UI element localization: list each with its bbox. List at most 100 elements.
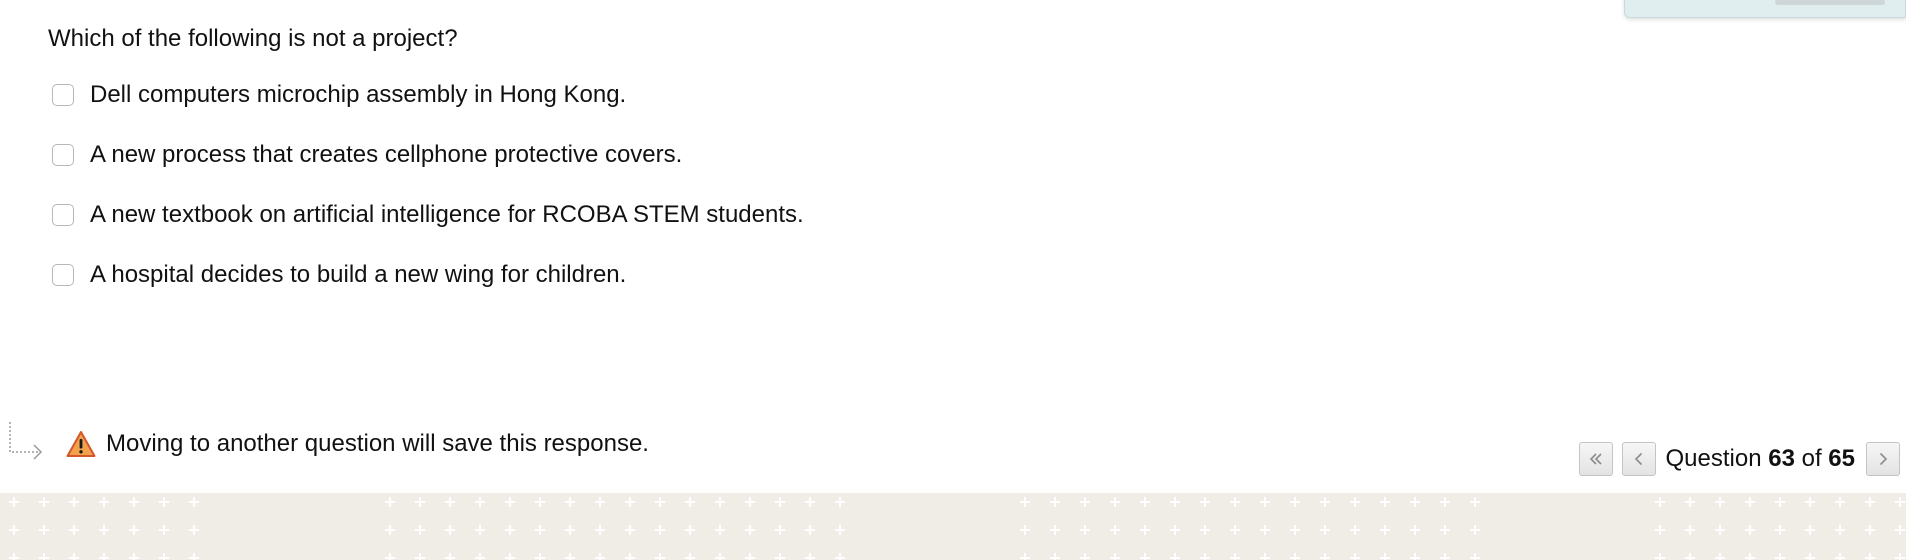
cross-mark bbox=[775, 497, 785, 507]
chevron-right-icon bbox=[1879, 452, 1888, 466]
cross-mark bbox=[565, 497, 575, 507]
cross-mark bbox=[1685, 525, 1695, 535]
cross-mark bbox=[1140, 525, 1150, 535]
cross-mark bbox=[1380, 553, 1390, 560]
cross-mark bbox=[1050, 497, 1060, 507]
cross-mark bbox=[1470, 497, 1480, 507]
cross-mark bbox=[1745, 497, 1755, 507]
cross-mark bbox=[1080, 497, 1090, 507]
answer-checkbox[interactable] bbox=[52, 204, 74, 226]
cross-mark bbox=[1320, 525, 1330, 535]
cross-mark bbox=[595, 553, 605, 560]
answer-option[interactable]: Dell computers microchip assembly in Hon… bbox=[52, 80, 804, 110]
dotted-arrow-icon bbox=[9, 422, 43, 460]
cross-mark bbox=[835, 525, 845, 535]
warning-text: Moving to another question will save thi… bbox=[106, 430, 649, 457]
cross-mark bbox=[505, 497, 515, 507]
cross-mark bbox=[655, 525, 665, 535]
cross-mark bbox=[1170, 553, 1180, 560]
chevron-left-icon bbox=[1634, 452, 1642, 466]
cross-mark bbox=[1775, 497, 1785, 507]
cross-mark bbox=[1200, 497, 1210, 507]
warning-triangle-icon bbox=[66, 431, 96, 457]
cross-mark bbox=[1320, 497, 1330, 507]
cross-mark bbox=[775, 553, 785, 560]
cross-mark bbox=[1835, 525, 1845, 535]
cross-mark bbox=[625, 553, 635, 560]
cross-mark bbox=[1230, 525, 1240, 535]
cross-mark bbox=[475, 553, 485, 560]
cross-mark bbox=[1470, 553, 1480, 560]
cross-mark bbox=[565, 553, 575, 560]
cross-mark bbox=[1140, 553, 1150, 560]
cross-mark bbox=[1320, 553, 1330, 560]
answer-label: A new textbook on artificial intelligenc… bbox=[90, 201, 804, 228]
cross-mark bbox=[505, 525, 515, 535]
cross-mark bbox=[99, 553, 109, 560]
cross-mark bbox=[715, 553, 725, 560]
question-counter: Question 63 of 65 bbox=[1666, 444, 1856, 474]
cross-mark bbox=[835, 497, 845, 507]
cross-mark bbox=[1655, 553, 1665, 560]
cross-mark bbox=[595, 525, 605, 535]
cross-mark bbox=[445, 497, 455, 507]
cross-mark bbox=[1020, 525, 1030, 535]
cross-mark bbox=[1865, 553, 1875, 560]
cross-mark bbox=[385, 497, 395, 507]
cross-mark bbox=[1260, 553, 1270, 560]
cross-mark bbox=[1895, 525, 1905, 535]
cross-mark bbox=[685, 553, 695, 560]
cross-mark bbox=[1410, 553, 1420, 560]
cross-mark bbox=[159, 553, 169, 560]
cross-pattern-icon bbox=[9, 497, 1905, 560]
cross-mark bbox=[745, 553, 755, 560]
cross-mark bbox=[415, 553, 425, 560]
question-pager: Question 63 of 65 bbox=[1578, 442, 1900, 476]
cross-mark bbox=[715, 497, 725, 507]
answer-checkbox[interactable] bbox=[52, 84, 74, 106]
cross-mark bbox=[39, 497, 49, 507]
cross-mark bbox=[475, 497, 485, 507]
cross-mark bbox=[9, 497, 19, 507]
first-question-button[interactable] bbox=[1578, 442, 1613, 476]
cross-mark bbox=[99, 525, 109, 535]
cross-mark bbox=[415, 525, 425, 535]
question-counter-prefix: Question bbox=[1665, 445, 1762, 472]
cross-mark bbox=[625, 497, 635, 507]
cross-mark bbox=[685, 525, 695, 535]
answer-option[interactable]: A new process that creates cellphone pro… bbox=[52, 140, 804, 170]
cross-mark bbox=[189, 525, 199, 535]
answer-option[interactable]: A new textbook on artificial intelligenc… bbox=[52, 200, 804, 230]
cross-mark bbox=[595, 497, 605, 507]
cross-mark bbox=[1050, 525, 1060, 535]
answer-option[interactable]: A hospital decides to build a new wing f… bbox=[52, 260, 804, 290]
cross-mark bbox=[129, 525, 139, 535]
answer-checkbox[interactable] bbox=[52, 144, 74, 166]
cross-mark bbox=[1745, 525, 1755, 535]
cross-mark bbox=[1865, 497, 1875, 507]
answer-options: Dell computers microchip assembly in Hon… bbox=[52, 80, 804, 320]
cross-mark bbox=[535, 497, 545, 507]
cross-mark bbox=[159, 525, 169, 535]
question-counter-of: of bbox=[1801, 445, 1822, 472]
save-warning: Moving to another question will save thi… bbox=[8, 420, 649, 468]
cross-mark bbox=[1440, 553, 1450, 560]
cross-mark bbox=[1140, 497, 1150, 507]
previous-question-button[interactable] bbox=[1621, 442, 1656, 476]
cross-mark bbox=[189, 497, 199, 507]
cross-mark bbox=[745, 497, 755, 507]
cross-mark bbox=[1685, 553, 1695, 560]
next-question-button[interactable] bbox=[1866, 442, 1900, 476]
cross-mark bbox=[1350, 525, 1360, 535]
decorative-footer-band bbox=[0, 493, 1906, 560]
cross-mark bbox=[129, 497, 139, 507]
answer-checkbox[interactable] bbox=[52, 264, 74, 286]
cross-mark bbox=[445, 553, 455, 560]
cross-mark bbox=[475, 525, 485, 535]
cross-mark bbox=[39, 525, 49, 535]
cross-mark bbox=[1895, 553, 1905, 560]
cross-mark bbox=[99, 497, 109, 507]
cross-mark bbox=[69, 525, 79, 535]
cross-mark bbox=[1350, 553, 1360, 560]
cross-mark bbox=[1200, 525, 1210, 535]
